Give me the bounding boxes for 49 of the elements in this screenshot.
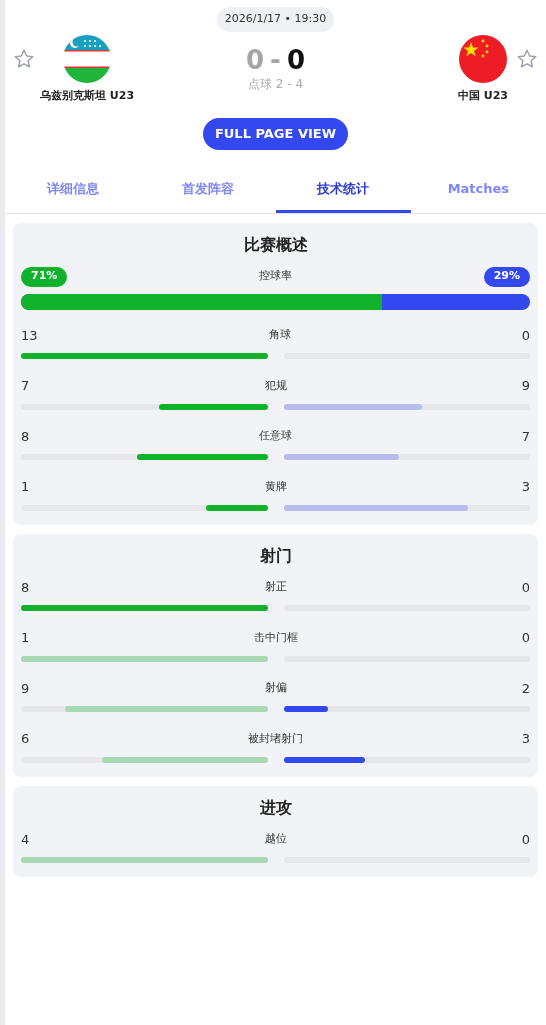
home-value: 8 <box>21 427 30 446</box>
stat-label: 越位 <box>264 831 287 847</box>
tab[interactable]: 技术统计 <box>275 167 411 213</box>
home-possession: 71% <box>21 266 68 287</box>
stat-label: 控球率 <box>259 268 292 285</box>
stat-label: 任意球 <box>259 428 292 444</box>
home-value: 8 <box>21 578 30 597</box>
stat-label: 黄牌 <box>264 478 287 495</box>
full-page-view-button[interactable]: FULL PAGE VIEW <box>203 117 348 150</box>
stat-label: 射偏 <box>264 680 287 696</box>
stat-label: 射正 <box>264 579 287 595</box>
away-possession: 29% <box>483 266 530 287</box>
home-value: 1 <box>21 478 30 496</box>
stat-label: 角球 <box>268 327 291 343</box>
star-icon[interactable] <box>516 48 538 70</box>
away-value: 7 <box>521 427 530 446</box>
away-value: 0 <box>521 326 530 345</box>
team-name: 中国 U23 <box>457 88 508 104</box>
tab[interactable]: 首发阵容 <box>140 167 276 213</box>
team-name: 乌兹别克斯坦 U23 <box>40 88 135 104</box>
home-value: 6 <box>21 730 30 748</box>
home-value: 1 <box>21 629 30 647</box>
away-value: 0 <box>521 830 530 849</box>
tab[interactable]: Matches <box>410 167 546 213</box>
away-value: 0 <box>521 578 530 597</box>
away-value: 3 <box>521 730 530 748</box>
stat-label: 犯规 <box>264 377 287 394</box>
home-value: 13 <box>21 326 38 345</box>
home-value: 7 <box>21 377 30 395</box>
away-value: 3 <box>521 478 530 496</box>
stat-label: 被封堵射门 <box>248 730 303 747</box>
section-title: 射门 <box>258 544 293 567</box>
away-value: 0 <box>521 629 530 647</box>
away-value: 2 <box>521 679 530 698</box>
section-title: 进攻 <box>258 796 293 819</box>
home-score: 0 <box>246 45 265 75</box>
flag-icon <box>458 35 507 83</box>
away-score: 0 <box>286 45 305 75</box>
home-value: 9 <box>21 679 30 698</box>
penalty-score: 点球 2 - 4 <box>247 76 303 93</box>
stat-label: 击中门框 <box>253 629 298 646</box>
star-icon[interactable] <box>13 48 35 70</box>
section-title: 比赛概述 <box>242 233 309 256</box>
score-separator: - <box>270 45 281 75</box>
match-date: 2026/1/17 • 19:30 <box>216 7 335 32</box>
tab[interactable]: 详细信息 <box>5 167 141 213</box>
home-value: 4 <box>21 830 30 849</box>
flag-icon <box>63 35 112 83</box>
away-value: 9 <box>521 377 530 395</box>
